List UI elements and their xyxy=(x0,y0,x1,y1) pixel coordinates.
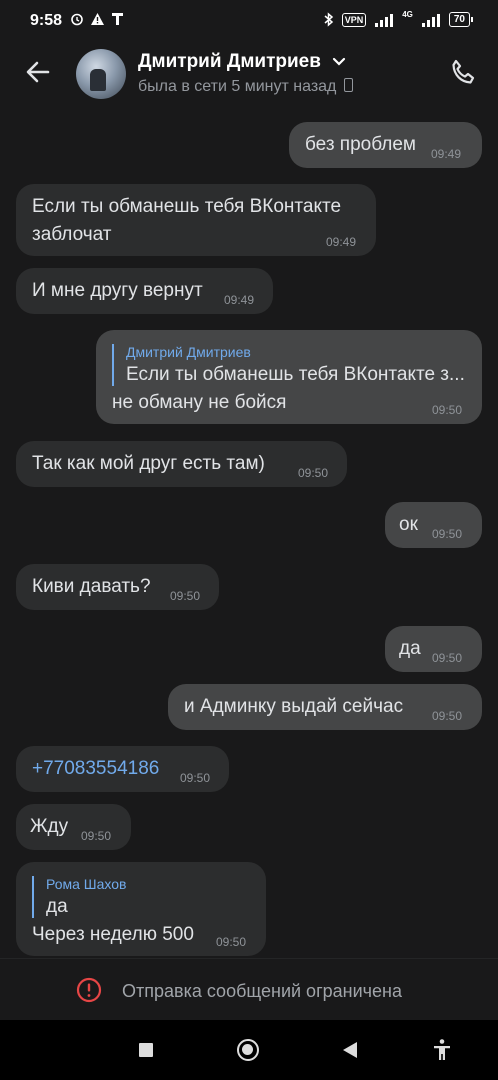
arrow-left-icon[interactable] xyxy=(24,58,52,86)
message-time: 09:49 xyxy=(431,147,462,161)
reply-author: Рома Шахов xyxy=(46,876,127,892)
network-type: 4G xyxy=(402,10,413,19)
message-incoming[interactable]: И мне другу вернут 09:49 xyxy=(16,268,273,314)
message-incoming[interactable]: +77083554186 09:50 xyxy=(16,746,229,792)
message-text: и Админку выдай сейчас xyxy=(184,696,404,717)
message-incoming[interactable]: Жду 09:50 xyxy=(16,804,131,850)
message-time: 09:50 xyxy=(298,466,329,480)
message-outgoing[interactable]: ок 09:50 xyxy=(385,502,482,548)
message-time: 09:50 xyxy=(81,829,112,843)
message-text: Жду xyxy=(30,816,69,837)
message-time: 09:49 xyxy=(224,293,255,307)
status-time: 9:58 xyxy=(30,12,63,29)
vpn-icon: VPN xyxy=(341,12,367,27)
accessibility-icon[interactable] xyxy=(432,1038,452,1062)
status-bar: 9:58 VPN 4G 70 xyxy=(0,0,498,44)
exclamation-circle-icon xyxy=(76,977,102,1003)
reply-quote[interactable]: Рома Шахов да xyxy=(32,876,127,918)
system-nav-bar xyxy=(0,1020,498,1080)
message-time: 09:49 xyxy=(326,235,357,249)
message-time: 09:50 xyxy=(170,589,201,603)
home-button[interactable] xyxy=(237,1039,259,1061)
back-button[interactable] xyxy=(343,1042,357,1058)
phone-icon[interactable] xyxy=(448,58,478,88)
message-text: И мне другу вернут xyxy=(32,280,203,301)
reply-author: Дмитрий Дмитриев xyxy=(126,344,251,360)
message-text-line: заблочат xyxy=(32,224,112,245)
status-notifications xyxy=(70,12,124,26)
message-text: ок xyxy=(399,514,418,535)
message-list[interactable]: без проблем 09:49 Если ты обманешь тебя … xyxy=(0,104,498,956)
chat-header: Дмитрий Дмитриев была в сети 5 минут наз… xyxy=(0,44,498,104)
message-time: 09:50 xyxy=(432,651,463,665)
message-text: не обману не бойся xyxy=(112,392,287,413)
message-text: Через неделю 500 xyxy=(32,924,194,945)
message-text: да xyxy=(399,638,421,659)
bluetooth-icon xyxy=(324,12,333,27)
message-incoming[interactable]: Если ты обманешь тебя ВКонтакте заблочат… xyxy=(16,184,376,256)
message-outgoing-reply[interactable]: Дмитрий Дмитриев Если ты обманешь тебя В… xyxy=(96,330,482,424)
messaging-restricted-bar: Отправка сообщений ограничена xyxy=(0,958,498,1021)
t-app-icon xyxy=(112,13,123,25)
battery-icon: 70 xyxy=(448,12,474,27)
contact-name[interactable]: Дмитрий Дмитриев xyxy=(138,51,346,73)
signal-icon xyxy=(375,13,394,27)
restricted-text: Отправка сообщений ограничена xyxy=(122,981,402,1001)
message-outgoing[interactable]: без проблем 09:49 xyxy=(289,122,482,168)
recents-button[interactable] xyxy=(139,1043,153,1057)
message-time: 09:50 xyxy=(216,935,247,949)
message-text-line: Если ты обманешь тебя ВКонтакте xyxy=(32,196,342,217)
chevron-down-icon xyxy=(333,58,346,67)
message-time: 09:50 xyxy=(432,527,463,541)
message-time: 09:50 xyxy=(180,771,211,785)
message-incoming[interactable]: Киви давать? 09:50 xyxy=(16,564,219,610)
message-time: 09:50 xyxy=(432,709,463,723)
last-seen-text: была в сети 5 минут назад xyxy=(138,78,337,95)
contact-name-text: Дмитрий Дмитриев xyxy=(138,51,321,72)
message-outgoing[interactable]: да 09:50 xyxy=(385,626,482,672)
mobile-device-icon xyxy=(344,78,354,92)
reply-quote[interactable]: Дмитрий Дмитриев Если ты обманешь тебя В… xyxy=(112,344,465,386)
last-seen: была в сети 5 минут назад xyxy=(138,78,354,96)
phone-link[interactable]: +77083554186 xyxy=(32,758,159,780)
message-text: Киви давать? xyxy=(32,576,151,597)
message-incoming-reply[interactable]: Рома Шахов да Через неделю 500 09:50 xyxy=(16,862,266,956)
status-system-icons: VPN 4G 70 xyxy=(324,10,474,27)
message-incoming[interactable]: Так как мой друг есть там) 09:50 xyxy=(16,441,347,487)
avatar[interactable] xyxy=(76,49,126,99)
reply-text: да xyxy=(46,896,68,917)
signal-icon-2 xyxy=(421,13,440,27)
message-time: 09:50 xyxy=(432,403,463,417)
message-text: без проблем xyxy=(305,134,416,155)
warning-icon xyxy=(91,13,104,25)
reply-text: Если ты обманешь тебя ВКонтакте з... xyxy=(126,364,465,385)
alarm-icon xyxy=(71,13,83,26)
message-outgoing[interactable]: и Админку выдай сейчас 09:50 xyxy=(168,684,482,730)
message-text: Так как мой друг есть там) xyxy=(32,453,265,474)
